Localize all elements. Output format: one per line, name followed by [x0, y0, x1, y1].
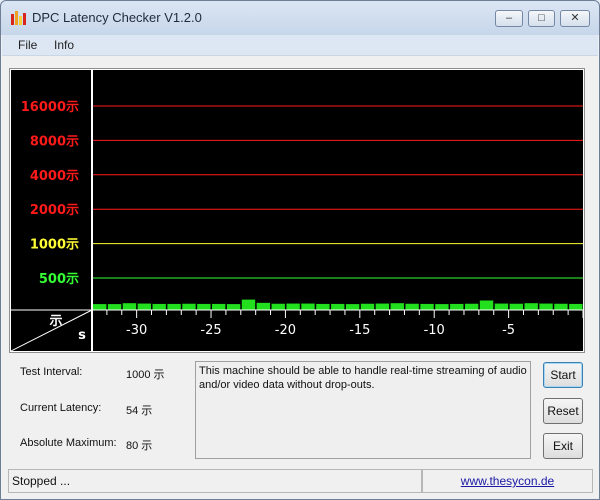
- latency-chart-svg: 16000示 8000示 4000示 2000示 1000示 500示 -30 -25 -20 -…: [11, 70, 583, 351]
- latency-bar: [286, 303, 300, 310]
- x-tick-label: -20: [275, 323, 296, 338]
- close-button[interactable]: ✕: [560, 10, 590, 27]
- app-window: DPC Latency Checker V1.2.0 – □ ✕ File In…: [0, 0, 600, 500]
- latency-bar: [509, 303, 523, 310]
- x-tick-label: -15: [349, 323, 370, 338]
- latency-bar: [569, 303, 583, 310]
- level-label: 500示: [39, 272, 79, 287]
- level-label: 2000示: [30, 203, 79, 218]
- latency-bar: [479, 300, 494, 310]
- latency-chart: 16000示 8000示 4000示 2000示 1000示 500示 -30 -25 -20 -…: [9, 68, 585, 353]
- latency-bar: [331, 303, 345, 310]
- latency-bar: [137, 303, 152, 310]
- latency-bar: [271, 303, 285, 310]
- corner-x-unit-label: s: [78, 328, 86, 343]
- website-link[interactable]: www.thesycon.de: [461, 474, 554, 488]
- latency-message: This machine should be able to handle re…: [195, 361, 531, 459]
- client-area: 16000示 8000示 4000示 2000示 1000示 500示 -30 -25 -20 -…: [2, 56, 598, 499]
- latency-bar: [435, 304, 449, 310]
- corner-y-unit-label: 示: [49, 314, 62, 329]
- latency-bar: [390, 303, 404, 310]
- status-text: Stopped ...: [8, 469, 422, 493]
- latency-bar: [464, 303, 479, 310]
- latency-bar: [524, 303, 538, 310]
- x-tick-label: -30: [126, 323, 147, 338]
- latency-bar: [539, 303, 553, 310]
- latency-bar: [241, 299, 256, 310]
- latency-bar: [152, 303, 166, 310]
- test-interval-label: Test Interval:: [20, 366, 83, 378]
- level-label: 8000示: [30, 134, 79, 149]
- latency-bar: [316, 303, 330, 310]
- latency-bar: [93, 304, 107, 310]
- title-bar[interactable]: DPC Latency Checker V1.2.0 – □ ✕: [1, 1, 599, 35]
- x-tick-label: -25: [200, 323, 221, 338]
- latency-bar: [122, 303, 137, 310]
- menu-info[interactable]: Info: [54, 38, 74, 52]
- x-tick-label: -10: [424, 323, 445, 338]
- status-link-pane: www.thesycon.de: [422, 469, 593, 493]
- window-title: DPC Latency Checker V1.2.0: [32, 10, 202, 25]
- menu-file[interactable]: File: [18, 38, 37, 52]
- latency-bar: [420, 303, 434, 310]
- exit-button[interactable]: Exit: [543, 433, 583, 459]
- reset-button[interactable]: Reset: [543, 398, 583, 424]
- maximize-button[interactable]: □: [528, 10, 555, 27]
- app-icon: [11, 11, 26, 25]
- current-latency-label: Current Latency:: [20, 402, 102, 414]
- latency-bar: [256, 302, 271, 310]
- latency-bar: [375, 303, 390, 310]
- latency-bar: [226, 304, 241, 310]
- level-label: 16000示: [21, 100, 79, 115]
- absolute-maximum-label: Absolute Maximum:: [20, 437, 117, 449]
- test-interval-value: 1000 示: [126, 369, 165, 381]
- latency-bar: [494, 303, 509, 310]
- x-tick-label: -5: [502, 323, 515, 338]
- absolute-maximum-value: 80 示: [126, 440, 153, 452]
- latency-bar: [360, 303, 375, 310]
- latency-bar: [212, 303, 226, 310]
- latency-bar: [182, 303, 196, 310]
- start-button[interactable]: Start: [543, 362, 583, 388]
- level-label: 4000示: [30, 169, 79, 184]
- status-bar: Stopped ... www.thesycon.de: [8, 469, 593, 493]
- latency-bar: [405, 303, 419, 310]
- level-label: 1000示: [30, 238, 79, 253]
- latency-bar: [301, 303, 315, 310]
- menu-bar: File Info: [2, 35, 598, 56]
- latency-bar: [345, 304, 360, 310]
- latency-bar: [167, 303, 181, 310]
- latency-bar: [450, 303, 464, 310]
- latency-bar: [107, 304, 122, 310]
- current-latency-value: 54 示: [126, 405, 153, 417]
- latency-bar: [197, 303, 211, 310]
- latency-bar: [554, 303, 568, 310]
- minimize-button[interactable]: –: [495, 10, 523, 27]
